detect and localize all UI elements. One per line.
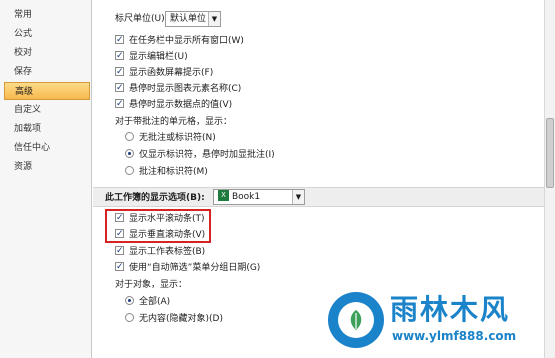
- comments-heading: 对于带批注的单元格，显示：: [115, 117, 233, 127]
- ruler-units-value: 默认单位: [170, 14, 207, 24]
- radio-icon[interactable]: [125, 166, 134, 175]
- ruler-units-label: 标尺单位(U): [115, 14, 165, 24]
- option-show-all-windows[interactable]: 在任务栏中显示所有窗口(W): [115, 32, 244, 49]
- watermark-logo: 雨林木风 www.ylmf888.com: [328, 292, 550, 354]
- radio-icon[interactable]: [125, 296, 134, 305]
- option-label: 显示垂直滚动条(V): [129, 230, 206, 240]
- checkbox-icon[interactable]: [115, 259, 124, 275]
- sidebar-item-customize[interactable]: 自定义: [4, 101, 90, 119]
- sidebar-item-formulas[interactable]: 公式: [4, 25, 90, 43]
- option-label: 在任务栏中显示所有窗口(W): [129, 36, 244, 46]
- watermark-url: www.ylmf888.com: [392, 329, 517, 343]
- option-label: 全部(A): [139, 297, 171, 307]
- options-category-sidebar: 常用 公式 校对 保存 高级 自定义 加载项 信任中心 资源: [0, 0, 92, 358]
- option-show-sheet-tabs[interactable]: 显示工作表标签(B): [115, 243, 206, 260]
- option-label: 无批注或标识符(N): [139, 133, 216, 143]
- radio-objects-all[interactable]: 全部(A): [125, 294, 170, 310]
- checkbox-icon[interactable]: [115, 226, 124, 242]
- option-label: 悬停时显示图表元素名称(C): [129, 84, 242, 94]
- radio-icon[interactable]: [125, 149, 134, 158]
- option-label: 显示水平滚动条(T): [129, 214, 205, 224]
- option-show-formula-bar[interactable]: 显示编辑栏(U): [115, 48, 188, 65]
- radio-no-comments[interactable]: 无批注或标识符(N): [125, 130, 216, 146]
- workbook-display-section-header: 此工作簿的显示选项(B): X Book1 ▼: [93, 187, 544, 207]
- leaf-icon: [350, 310, 362, 330]
- option-group-dates-autofilter[interactable]: 使用“自动筛选”菜单分组日期(G): [115, 259, 261, 276]
- workbook-select[interactable]: X Book1 ▼: [213, 189, 305, 205]
- ruler-units-select[interactable]: 默认单位 ▼: [165, 11, 221, 27]
- option-label: 无内容(隐藏对象)(D): [139, 314, 223, 324]
- sidebar-item-popular[interactable]: 常用: [4, 6, 90, 24]
- option-show-vertical-scrollbar[interactable]: 显示垂直滚动条(V): [115, 226, 206, 243]
- option-show-function-tooltips[interactable]: 显示函数屏幕提示(F): [115, 64, 214, 81]
- checkbox-icon[interactable]: [115, 80, 124, 96]
- sidebar-item-save[interactable]: 保存: [4, 63, 90, 81]
- checkbox-icon[interactable]: [115, 64, 124, 80]
- option-label: 批注和标识符(M): [139, 167, 208, 177]
- option-label: 显示工作表标签(B): [129, 247, 206, 257]
- option-show-horizontal-scrollbar[interactable]: 显示水平滚动条(T): [115, 210, 205, 227]
- scrollbar-thumb[interactable]: [546, 118, 554, 188]
- radio-indicators-only[interactable]: 仅显示标识符，悬停时加显批注(I): [125, 147, 275, 163]
- option-show-chart-element-names[interactable]: 悬停时显示图表元素名称(C): [115, 80, 242, 97]
- sidebar-item-add-ins[interactable]: 加载项: [4, 120, 90, 138]
- section-title: 此工作簿的显示选项(B):: [105, 193, 205, 203]
- excel-icon: X: [218, 190, 229, 201]
- checkbox-icon[interactable]: [115, 210, 124, 226]
- checkbox-icon[interactable]: [115, 243, 124, 259]
- radio-icon[interactable]: [125, 132, 134, 141]
- objects-heading: 对于对象，显示：: [115, 280, 188, 290]
- option-label: 显示编辑栏(U): [129, 52, 188, 62]
- option-show-data-point-values[interactable]: 悬停时显示数据点的值(V): [115, 96, 233, 113]
- option-label: 悬停时显示数据点的值(V): [129, 100, 233, 110]
- checkbox-icon[interactable]: [115, 48, 124, 64]
- sidebar-item-resources[interactable]: 资源: [4, 158, 90, 176]
- sidebar-item-advanced[interactable]: 高级: [4, 82, 90, 100]
- checkbox-icon[interactable]: [115, 32, 124, 48]
- option-label: 使用“自动筛选”菜单分组日期(G): [129, 263, 261, 273]
- radio-comments-and-indicators[interactable]: 批注和标识符(M): [125, 164, 208, 180]
- option-label: 显示函数屏幕提示(F): [129, 68, 214, 78]
- sidebar-item-trust-center[interactable]: 信任中心: [4, 139, 90, 157]
- chevron-down-icon: ▼: [208, 12, 220, 26]
- workbook-select-value: Book1: [232, 192, 261, 202]
- radio-objects-hide[interactable]: 无内容(隐藏对象)(D): [125, 311, 223, 327]
- option-label: 仅显示标识符，悬停时加显批注(I): [139, 150, 275, 160]
- watermark-title: 雨林木风: [390, 293, 511, 326]
- sidebar-item-proofing[interactable]: 校对: [4, 44, 90, 62]
- radio-icon[interactable]: [125, 313, 134, 322]
- checkbox-icon[interactable]: [115, 96, 124, 112]
- chevron-down-icon: ▼: [292, 190, 304, 204]
